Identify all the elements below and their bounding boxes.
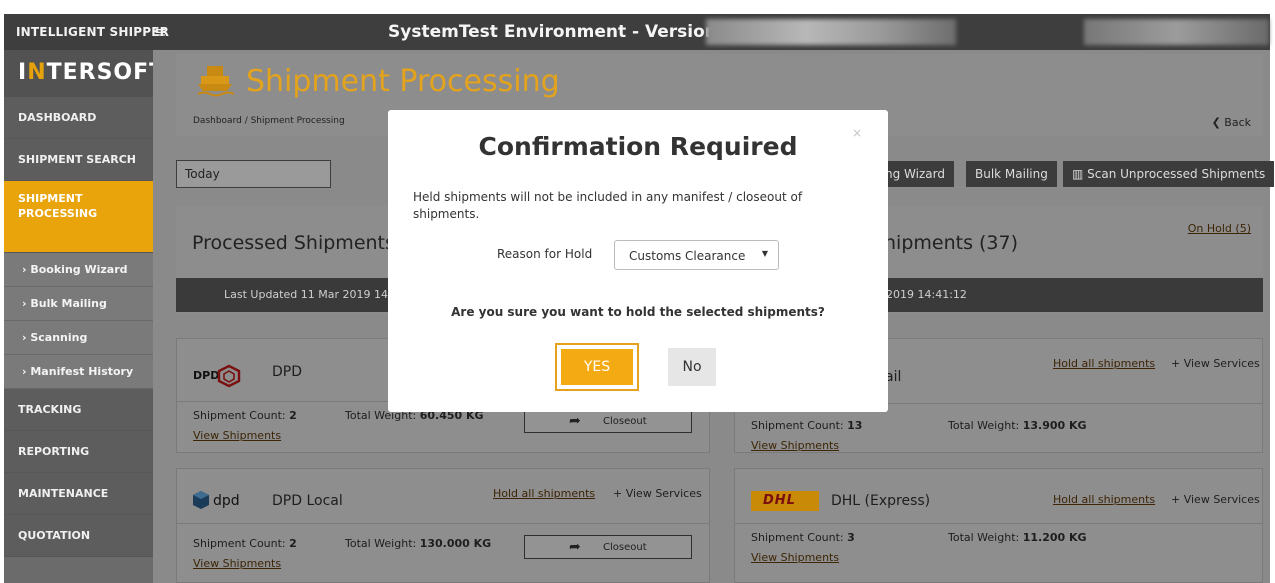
window-top-strip xyxy=(0,0,1275,14)
view-services-link[interactable]: + View Services xyxy=(1171,493,1260,506)
environment-title: SystemTest Environment - Version xyxy=(388,22,717,42)
dpd-logo-icon: DPD xyxy=(193,364,241,388)
app-titlebar: INTELLIGENT SHIPPER ≡ SystemTest Environ… xyxy=(4,14,1270,50)
brand-title: INTELLIGENT SHIPPER xyxy=(16,25,170,39)
confirmation-question: Are you sure you want to hold the select… xyxy=(451,305,825,319)
sidebar-item-dashboard[interactable]: DASHBOARD xyxy=(4,97,153,139)
reason-selected-value: Customs Clearance xyxy=(629,249,746,263)
carrier-name: DPD Local xyxy=(272,493,343,509)
ship-icon xyxy=(197,66,234,97)
card-divider xyxy=(735,523,1262,524)
total-weight: Total Weight: 13.900 KG xyxy=(948,419,1087,432)
sidebar-item-maintenance[interactable]: MAINTENANCE xyxy=(4,473,153,515)
card-divider xyxy=(177,523,709,524)
back-link[interactable]: ❮ Back xyxy=(1212,116,1251,129)
dpd-local-logo-icon: dpd xyxy=(193,491,240,509)
sidebar-item-reporting[interactable]: REPORTING xyxy=(4,431,153,473)
svg-text:DPD: DPD xyxy=(193,369,219,382)
closeout-button[interactable]: ➦ Closeout xyxy=(524,409,692,433)
hold-all-shipments-link[interactable]: Hold all shipments xyxy=(1053,493,1155,506)
view-shipments-link[interactable]: View Shipments xyxy=(193,557,281,570)
share-arrow-icon: ➦ xyxy=(569,539,581,555)
sidebar-item-shipment-search[interactable]: SHIPMENT SEARCH xyxy=(4,139,153,181)
sidebar-item-quotation[interactable]: QUOTATION xyxy=(4,515,153,557)
sidebar-subitem-scanning[interactable]: › Scanning xyxy=(4,321,153,355)
share-arrow-icon: ➦ xyxy=(569,413,581,429)
view-services-link[interactable]: + View Services xyxy=(613,487,702,500)
sidebar-subitem-manifest-history[interactable]: › Manifest History xyxy=(4,355,153,389)
modal-description: Held shipments will not be included in a… xyxy=(413,190,803,221)
chevron-down-icon: ▼ xyxy=(761,249,768,258)
redacted-user-info xyxy=(1084,19,1269,45)
hamburger-menu-icon[interactable]: ≡ xyxy=(154,14,167,50)
svg-text:dpd: dpd xyxy=(213,493,240,509)
shipment-count: Shipment Count: 2 xyxy=(193,537,297,550)
view-shipments-link[interactable]: View Shipments xyxy=(751,439,839,452)
view-services-link[interactable]: + View Services xyxy=(1171,357,1260,370)
confirmation-modal: × Confirmation Required Held shipments w… xyxy=(388,110,888,412)
yes-button[interactable]: YES xyxy=(561,349,633,385)
unprocessed-status-text: 2019 14:41:12 xyxy=(886,288,967,301)
carrier-card-dpd-local: dpd DPD Local Hold all shipments + View … xyxy=(176,468,710,583)
total-weight: Total Weight: 11.200 KG xyxy=(948,531,1087,544)
on-hold-link[interactable]: On Hold (5) xyxy=(1188,222,1251,235)
no-button[interactable]: No xyxy=(668,348,716,386)
yes-button-focus-ring: YES xyxy=(555,343,639,391)
sidebar-subitem-bulk-mailing[interactable]: › Bulk Mailing xyxy=(4,287,153,321)
sidebar-item-shipment-processing[interactable]: SHIPMENT PROCESSING xyxy=(4,181,153,253)
processed-title: Processed Shipments xyxy=(192,232,395,254)
carrier-name: DPD xyxy=(272,364,303,380)
carrier-name: DHL (Express) xyxy=(831,493,931,509)
hold-all-shipments-link[interactable]: Hold all shipments xyxy=(1053,357,1155,370)
view-shipments-link[interactable]: View Shipments xyxy=(751,551,839,564)
sidebar-item-label: SHIPMENT PROCESSING xyxy=(18,192,98,220)
modal-title: Confirmation Required xyxy=(478,132,798,161)
sidebar-subitem-booking-wizard[interactable]: › Booking Wizard xyxy=(4,253,153,287)
scan-unprocessed-button[interactable]: ▥ Scan Unprocessed Shipments xyxy=(1063,161,1275,187)
unprocessed-title: hipments (37) xyxy=(884,232,1019,254)
sidebar-item-tracking[interactable]: TRACKING xyxy=(4,389,153,431)
breadcrumb[interactable]: Dashboard / Shipment Processing xyxy=(193,116,345,126)
shipment-count: Shipment Count: 3 xyxy=(751,531,855,544)
date-filter-input[interactable]: Today xyxy=(176,160,331,188)
shipment-count: Shipment Count: 13 xyxy=(751,419,863,432)
intersoft-logo: INTERSOFT xyxy=(4,50,164,97)
hold-all-shipments-link[interactable]: Hold all shipments xyxy=(493,487,595,500)
closeout-button[interactable]: ➦ Closeout xyxy=(524,535,692,559)
carrier-card-dhl: DHL DHL (Express) Hold all shipments + V… xyxy=(734,468,1263,583)
total-weight: Total Weight: 130.000 KG xyxy=(345,537,492,550)
sidebar: INTERSOFT DASHBOARD SHIPMENT SEARCH SHIP… xyxy=(4,50,164,583)
page-title: Shipment Processing xyxy=(246,64,560,99)
view-shipments-link[interactable]: View Shipments xyxy=(193,429,281,442)
reason-for-hold-select[interactable]: Customs Clearance ▼ xyxy=(614,240,779,270)
redacted-version xyxy=(706,19,956,45)
bulk-mailing-button[interactable]: Bulk Mailing xyxy=(966,161,1057,187)
reason-label: Reason for Hold xyxy=(497,247,593,261)
shipment-count: Shipment Count: 2 xyxy=(193,409,297,422)
dhl-logo-icon: DHL xyxy=(751,491,819,511)
